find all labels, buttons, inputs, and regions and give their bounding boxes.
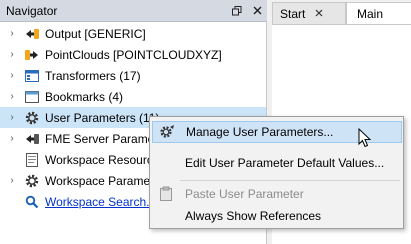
- chevron-right-icon[interactable]: ›: [7, 70, 17, 81]
- bookmarks-icon: [24, 89, 40, 105]
- writer-output-icon: [24, 26, 40, 42]
- reader-input-icon: [24, 47, 40, 63]
- menu-separator: [180, 180, 400, 181]
- gear-icon: [24, 110, 40, 126]
- menu-item-paste-user-parameter[interactable]: Paste User Parameter: [152, 183, 402, 205]
- transformers-icon: [24, 68, 40, 84]
- gear-icon: [24, 173, 40, 189]
- tree-item-label: User Parameters (11): [45, 110, 160, 125]
- tree-item-bookmarks[interactable]: › Bookmarks (4): [0, 86, 266, 107]
- tree-item-label: PointClouds [POINTCLOUDXYZ]: [45, 47, 222, 62]
- tab-main[interactable]: Main: [346, 2, 411, 24]
- float-icon[interactable]: [227, 1, 247, 21]
- tree-item-label: Output [GENERIC]: [45, 26, 146, 41]
- manage-parameters-icon: [158, 123, 176, 141]
- tab-label: Start: [280, 6, 306, 21]
- close-icon[interactable]: [247, 1, 267, 21]
- navigator-title: Navigator: [6, 3, 58, 18]
- tree-item-pointclouds[interactable]: › PointClouds [POINTCLOUDXYZ]: [0, 44, 266, 65]
- menu-item-always-show-references[interactable]: Always Show References: [152, 205, 402, 227]
- close-icon[interactable]: [315, 8, 323, 20]
- server-icon: [24, 131, 40, 147]
- chevron-right-icon[interactable]: ›: [7, 49, 17, 60]
- paste-icon: [157, 185, 175, 203]
- resources-icon: [24, 152, 40, 168]
- chevron-right-icon[interactable]: ›: [7, 133, 17, 144]
- menu-item-edit-default-values[interactable]: Edit User Parameter Default Values...: [152, 152, 402, 174]
- chevron-right-icon[interactable]: ›: [7, 28, 17, 39]
- menu-item-label: Manage User Parameters...: [186, 125, 334, 139]
- chevron-right-icon[interactable]: ›: [7, 91, 17, 102]
- tab-start[interactable]: Start: [272, 2, 346, 24]
- chevron-right-icon[interactable]: ›: [7, 112, 17, 123]
- search-icon: [24, 194, 40, 210]
- tree-item-transformers[interactable]: › Transformers (17): [0, 65, 266, 86]
- tree-item-output[interactable]: › Output [GENERIC]: [0, 23, 266, 44]
- tab-label: Main: [357, 6, 384, 21]
- chevron-right-icon[interactable]: ›: [7, 175, 17, 186]
- tree-item-label: Workspace Resources: [45, 152, 166, 167]
- tree-item-label: Transformers (17): [45, 68, 141, 83]
- menu-item-label: Edit User Parameter Default Values...: [185, 156, 385, 170]
- mouse-cursor-icon: [358, 128, 372, 148]
- menu-item-label: Always Show References: [185, 209, 322, 223]
- tree-item-label: Bookmarks (4): [45, 89, 124, 104]
- workspace-search-link[interactable]: Workspace Search...: [45, 195, 156, 209]
- navigator-header: Navigator: [0, 0, 267, 22]
- menu-item-label: Paste User Parameter: [185, 187, 304, 201]
